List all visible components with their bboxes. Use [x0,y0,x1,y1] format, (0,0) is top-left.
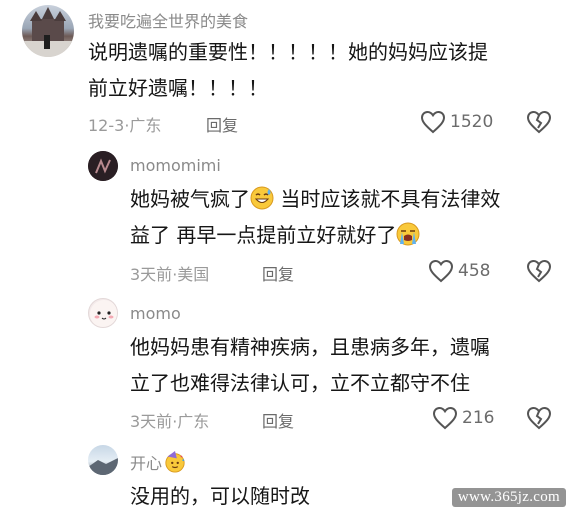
loudly-crying-emoji [396,221,420,257]
castle-photo-icon [22,7,74,57]
broken-heart-icon [526,259,552,283]
avatar[interactable] [88,151,118,181]
heart-outline-icon [432,406,458,430]
avatar[interactable] [88,445,118,475]
comment-location: 广东 [129,116,162,135]
comment-1: 我要吃遍全世界的美食 说明遗嘱的重要性！！！！！她的妈妈应该提 前立好遗嘱！！！… [0,0,576,150]
site-watermark: www.365jz.com [451,488,566,507]
comment-text-line-1: 没用的，可以随时改 [130,484,310,508]
heart-outline-icon [420,110,446,134]
comment-date: 12-3 [88,116,125,135]
comment-meta: 3天前·美国 [130,265,210,284]
username[interactable]: momomimi [130,156,221,175]
comment-text-line-1: 他妈妈患有精神疾病，且患病多年，遗嘱 [130,335,490,359]
comment-text-line-2: 立了也难得法律认可，立不立都守不住 [130,371,470,395]
comment-location: 美国 [177,265,210,284]
avatar[interactable] [88,298,118,328]
like-count: 1520 [450,112,494,132]
like-count: 216 [462,408,495,428]
comment-date: 3天前 [130,412,173,431]
like-button[interactable]: 216 [432,406,494,430]
reply-button[interactable]: 回复 [206,112,238,136]
like-button[interactable]: 1520 [420,110,493,134]
comment-location: 广东 [177,412,210,431]
heart-outline-icon [428,259,454,283]
grinning-sweat-emoji [250,185,274,221]
username[interactable]: 我要吃遍全世界的美食 [88,8,248,32]
username-line: 开心 [130,450,186,477]
landscape-photo-icon [88,458,118,475]
dislike-button[interactable] [526,259,552,287]
like-count: 458 [458,261,491,281]
broken-heart-icon [526,406,552,430]
dislike-button[interactable] [526,110,552,138]
party-face-emoji [164,451,186,477]
comment-meta: 12-3·广东 [88,116,162,135]
comment-meta: 3天前·广东 [130,412,210,431]
username[interactable]: 开心 [130,454,162,473]
comment-text-line-2: 益了 再早一点提前立好就好了 [130,217,420,257]
cute-face-icon [90,300,117,327]
username[interactable]: momo [130,304,181,323]
dislike-button[interactable] [526,406,552,434]
comment-2: momomimi 她妈被气疯了 当时应该就不具有法律效 益了 再早一点提前立好就… [0,145,576,295]
comment-3: momo 他妈妈患有精神疾病，且患病多年，遗嘱 立了也难得法律认可，立不立都守不… [0,295,576,440]
avatar[interactable] [22,5,74,57]
comment-text-line-1: 说明遗嘱的重要性！！！！！她的妈妈应该提 [88,40,488,64]
comment-text-line-2: 前立好遗嘱！！！！ [88,76,268,100]
comment-date: 3天前 [130,265,173,284]
reply-button[interactable]: 回复 [262,408,294,432]
reply-button[interactable]: 回复 [262,261,294,285]
comment-text-line-1: 她妈被气疯了 当时应该就不具有法律效 [130,181,500,221]
broken-heart-icon [526,110,552,134]
like-button[interactable]: 458 [428,259,490,283]
dark-portrait-icon [88,151,118,181]
